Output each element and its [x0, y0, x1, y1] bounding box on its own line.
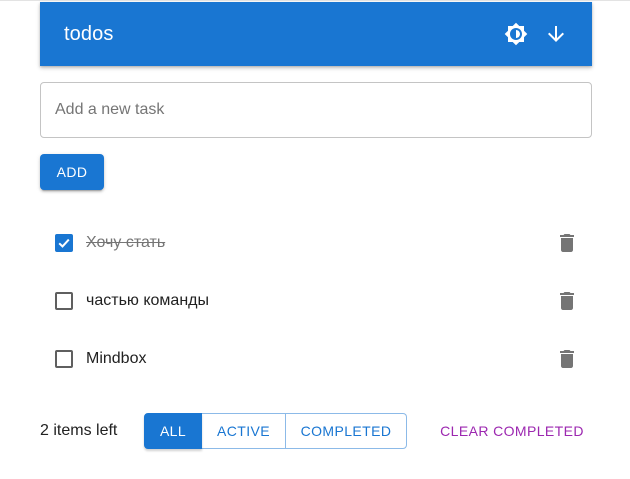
- app-bar: todos: [40, 2, 592, 66]
- trash-icon[interactable]: [555, 289, 579, 313]
- task-checkbox[interactable]: [55, 350, 73, 368]
- clear-completed-button[interactable]: CLEAR COMPLETED: [432, 413, 592, 449]
- trash-icon[interactable]: [555, 347, 579, 371]
- task-checkbox-checked[interactable]: [55, 234, 73, 252]
- task-list: Хочу стать частью команды Mindbox: [40, 214, 592, 388]
- task-text: Mindbox: [86, 350, 147, 367]
- filter-active-button[interactable]: ACTIVE: [201, 413, 286, 449]
- task-item: Хочу стать: [40, 214, 592, 272]
- app-title: todos: [64, 22, 114, 45]
- arrow-down-icon[interactable]: [544, 22, 568, 46]
- task-checkbox[interactable]: [55, 292, 73, 310]
- trash-icon[interactable]: [555, 231, 579, 255]
- items-left-count: 2 items left: [40, 422, 118, 439]
- todo-app: todos ADD Хочу стать: [0, 0, 630, 479]
- task-item: частью команды: [40, 272, 592, 330]
- filter-all-button[interactable]: ALL: [144, 413, 202, 449]
- new-task-input[interactable]: [40, 82, 592, 138]
- add-task-button[interactable]: ADD: [40, 154, 104, 190]
- brightness-icon[interactable]: [504, 22, 528, 46]
- top-divider: [0, 0, 630, 1]
- filter-toggle-group: ALL ACTIVE COMPLETED: [144, 413, 407, 449]
- task-item: Mindbox: [40, 330, 592, 388]
- task-text: Хочу стать: [86, 234, 166, 251]
- filter-completed-button[interactable]: COMPLETED: [285, 413, 407, 449]
- task-text: частью команды: [86, 292, 209, 309]
